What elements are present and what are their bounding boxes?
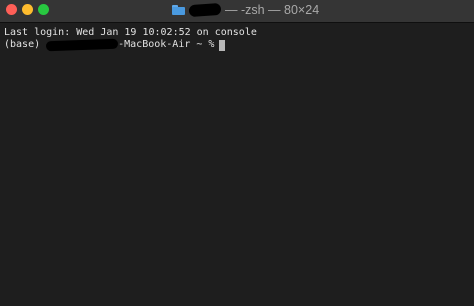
last-login-text: Last login: Wed Jan 19 10:02:52 on conso… — [4, 27, 257, 38]
prompt-line: (base) -MacBook-Air ~ % — [4, 38, 474, 52]
terminal-output[interactable]: Last login: Wed Jan 19 10:02:52 on conso… — [0, 23, 474, 52]
prompt-suffix: -MacBook-Air ~ % — [118, 39, 215, 50]
close-button[interactable] — [6, 4, 17, 15]
redacted-hostname — [45, 38, 119, 52]
maximize-button[interactable] — [38, 4, 49, 15]
window-controls — [6, 4, 49, 15]
window-title-text: — -zsh — 80×24 — [225, 3, 320, 17]
redacted-username — [188, 2, 222, 18]
prompt-prefix: (base) — [4, 39, 41, 50]
minimize-button[interactable] — [22, 4, 33, 15]
window-title: — -zsh — 80×24 — [172, 2, 320, 18]
folder-icon — [172, 5, 185, 15]
last-login-line: Last login: Wed Jan 19 10:02:52 on conso… — [4, 27, 474, 39]
text-cursor — [219, 39, 226, 51]
title-bar[interactable]: — -zsh — 80×24 — [0, 0, 474, 23]
terminal-window: — -zsh — 80×24 Last login: Wed Jan 19 10… — [0, 0, 474, 306]
